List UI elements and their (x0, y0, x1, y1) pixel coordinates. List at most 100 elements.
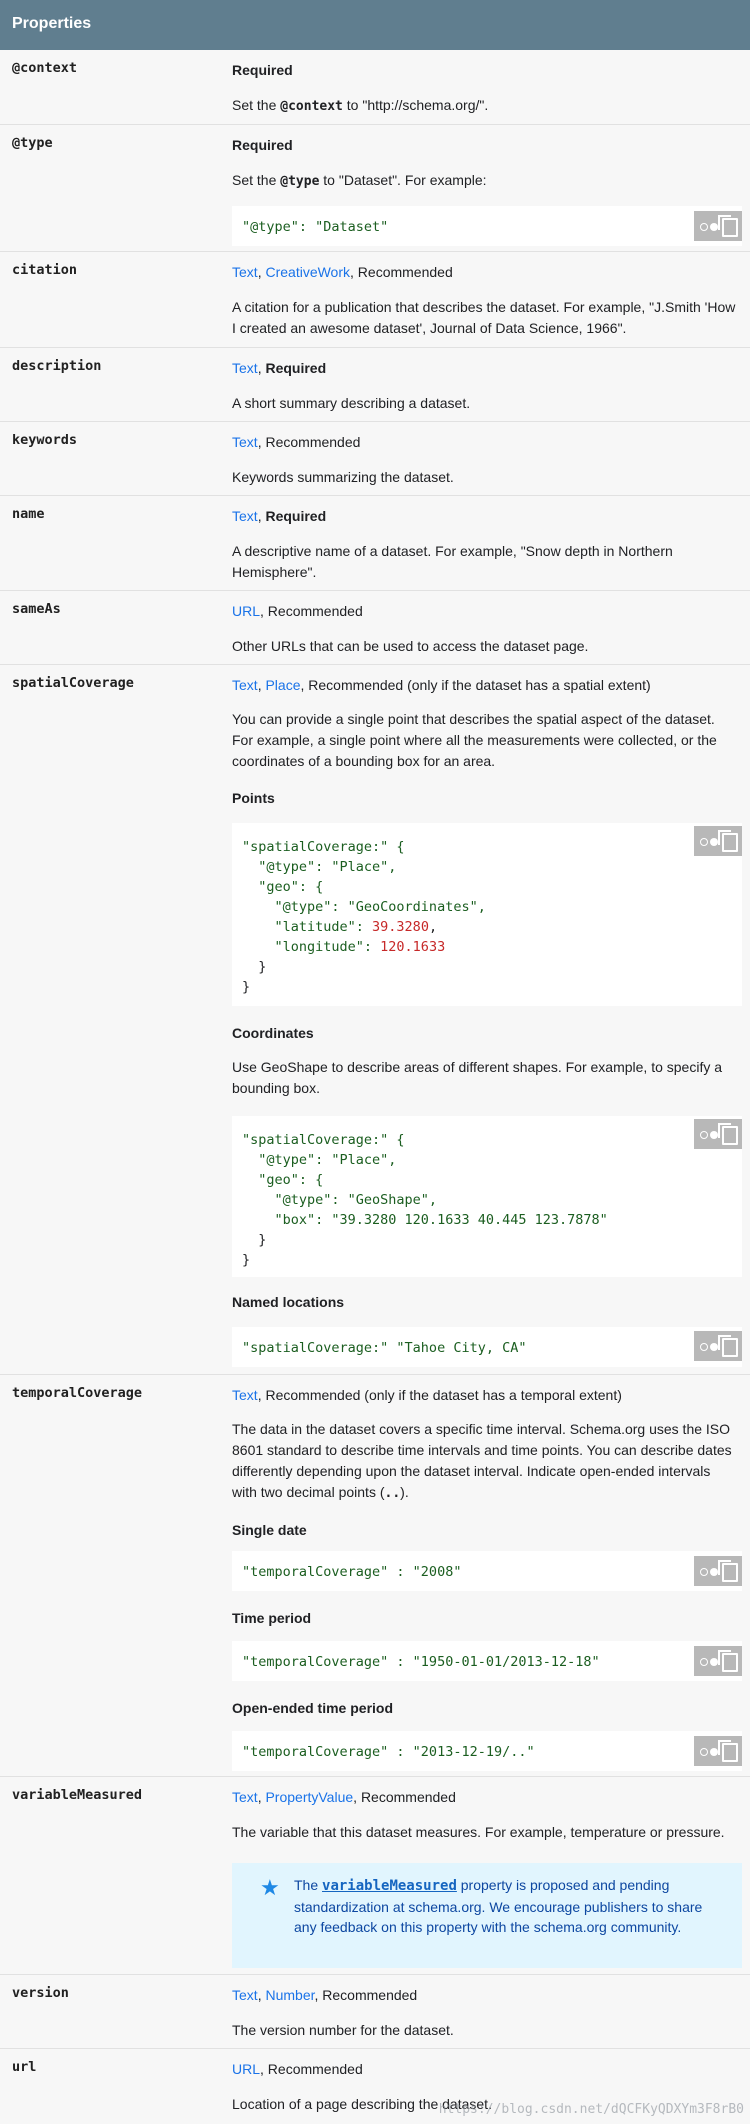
copy-icon (718, 1123, 738, 1145)
section-title-open-ended: Open-ended time period (232, 1700, 394, 1716)
property-type: Text, Required (232, 508, 327, 524)
property-description: Set the @type to "Dataset". For example: (232, 172, 487, 189)
type-link-text[interactable]: Text (232, 677, 258, 693)
type-link-text[interactable]: Text (232, 434, 258, 450)
code-text: "@type": "Dataset" (242, 219, 389, 235)
section-title-coordinates: Coordinates (232, 1025, 314, 1041)
code-text: "temporalCoverage" : "1950-01-01/2013-12… (242, 1654, 600, 1670)
property-name: @type (12, 135, 53, 151)
code-sample-time-period: "temporalCoverage" : "1950-01-01/2013-12… (232, 1641, 742, 1681)
property-name: version (12, 1985, 69, 2001)
property-name: url (12, 2059, 37, 2075)
copy-icon (718, 215, 738, 237)
type-link-text[interactable]: Text (232, 360, 258, 376)
copy-icon (718, 1560, 738, 1582)
property-description: The variable that this dataset measures.… (232, 1824, 725, 1840)
property-name: variableMeasured (12, 1787, 143, 1803)
code-sample-named: "spatialCoverage:" "Tahoe City, CA" (232, 1327, 742, 1367)
property-type: Text, Required (232, 360, 327, 376)
property-description: A descriptive name of a dataset. For exa… (232, 543, 673, 580)
row-name: name Text, Required A descriptive name o… (0, 495, 750, 591)
copy-icon (718, 1740, 738, 1762)
property-type: Text, Number, Recommended (232, 1987, 418, 2003)
table-header-title: Properties (12, 15, 92, 32)
property-type: Text, Place, Recommended (only if the da… (232, 677, 651, 693)
type-link-text[interactable]: Text (232, 1789, 258, 1805)
property-type: URL, Recommended (232, 2061, 363, 2077)
row-keywords: keywords Text, Recommended Keywords summ… (0, 421, 750, 496)
row-spatialcoverage: spatialCoverage Text, Place, Recommended… (0, 664, 750, 1375)
row-sameas: sameAs URL, Recommended Other URLs that … (0, 590, 750, 665)
code-text: "temporalCoverage" : "2008" (242, 1564, 462, 1580)
property-type: Text, CreativeWork, Recommended (232, 264, 453, 280)
type-link-propertyvalue[interactable]: PropertyValue (265, 1789, 353, 1805)
code-sample-single-date: "temporalCoverage" : "2008" (232, 1551, 742, 1591)
section-title-named-locations: Named locations (232, 1294, 345, 1310)
code-sample-points: "spatialCoverage:" { "@type": "Place", "… (232, 823, 742, 1006)
property-type: Text, PropertyValue, Recommended (232, 1789, 456, 1805)
property-type: Text, Recommended (232, 434, 361, 450)
row-context: @context Required Set the @context to "h… (0, 50, 750, 124)
property-description: A short summary describing a dataset. (232, 395, 471, 411)
star-icon: ★ (260, 1875, 280, 1900)
type-link-text[interactable]: Text (232, 1987, 258, 2003)
copy-icon (718, 830, 738, 852)
property-name: temporalCoverage (12, 1385, 143, 1401)
type-link-text[interactable]: Text (232, 508, 258, 524)
row-type: @type Required Set the @type to "Dataset… (0, 124, 750, 252)
code-text: "spatialCoverage:" { "@type": "Place", "… (242, 839, 486, 995)
property-name: sameAs (12, 601, 61, 617)
type-link-url[interactable]: URL (232, 2061, 260, 2077)
row-citation: citation Text, CreativeWork, Recommended… (0, 251, 750, 348)
row-temporalcoverage: temporalCoverage Text, Recommended (only… (0, 1374, 750, 1777)
row-description: description Text, Required A short summa… (0, 347, 750, 422)
property-description: A citation for a publication that descri… (232, 299, 736, 336)
property-description: Set the @context to "http://schema.org/"… (232, 97, 489, 114)
copy-icon (718, 1335, 738, 1357)
info-note-text: The variableMeasured property is propose… (294, 1877, 703, 1935)
code-sample-open-ended: "temporalCoverage" : "2013-12-19/.." (232, 1731, 742, 1771)
code-sample: "@type": "Dataset" (232, 206, 742, 246)
property-description: Other URLs that can be used to access th… (232, 638, 589, 654)
type-link-url[interactable]: URL (232, 603, 260, 619)
property-name: keywords (12, 432, 78, 448)
property-type: URL, Recommended (232, 603, 363, 619)
type-link-creativework[interactable]: CreativeWork (265, 264, 350, 280)
row-variablemeasured: variableMeasured Text, PropertyValue, Re… (0, 1776, 750, 1975)
copy-code-button[interactable] (694, 1646, 742, 1676)
property-description: Keywords summarizing the dataset. (232, 469, 454, 485)
property-type: Text, Recommended (only if the dataset h… (232, 1387, 622, 1403)
section-title-points: Points (232, 790, 275, 806)
code-text: "spatialCoverage:" "Tahoe City, CA" (242, 1340, 527, 1356)
section-title-time-period: Time period (232, 1610, 312, 1626)
copy-code-button[interactable] (694, 1331, 742, 1361)
code-text: "spatialCoverage:" { "@type": "Place", "… (242, 1132, 608, 1268)
copy-code-button[interactable] (694, 1119, 742, 1149)
property-type: Required (232, 137, 293, 153)
section-description-coordinates: Use GeoShape to describe areas of differ… (232, 1059, 723, 1096)
code-text: "temporalCoverage" : "2013-12-19/.." (242, 1744, 535, 1760)
row-version: version Text, Number, Recommended The ve… (0, 1974, 750, 2049)
type-link-place[interactable]: Place (265, 677, 300, 693)
property-name: name (12, 506, 45, 522)
property-description: The data in the dataset covers a specifi… (232, 1421, 732, 1501)
copy-icon (718, 1650, 738, 1672)
property-description: You can provide a single point that desc… (232, 711, 717, 769)
property-name: spatialCoverage (12, 675, 134, 691)
property-type: Required (232, 62, 293, 78)
copy-code-button[interactable] (694, 211, 742, 241)
copy-code-button[interactable] (694, 1736, 742, 1766)
note-property-link[interactable]: variableMeasured (322, 1878, 457, 1894)
type-link-text[interactable]: Text (232, 1387, 258, 1403)
property-name: @context (12, 60, 78, 76)
copy-code-button[interactable] (694, 826, 742, 856)
copy-code-button[interactable] (694, 1556, 742, 1586)
table-header: Properties (0, 0, 750, 50)
properties-table: Properties @context Required Set the @co… (0, 0, 750, 2124)
section-title-single-date: Single date (232, 1522, 307, 1538)
watermark: https://blog.csdn.net/dQCFKyQDXYm3F8rB0 (438, 2102, 744, 2117)
type-link-number[interactable]: Number (265, 1987, 314, 2003)
type-link-text[interactable]: Text (232, 264, 258, 280)
code-sample-coordinates: "spatialCoverage:" { "@type": "Place", "… (232, 1116, 742, 1277)
property-description: The version number for the dataset. (232, 2022, 454, 2038)
